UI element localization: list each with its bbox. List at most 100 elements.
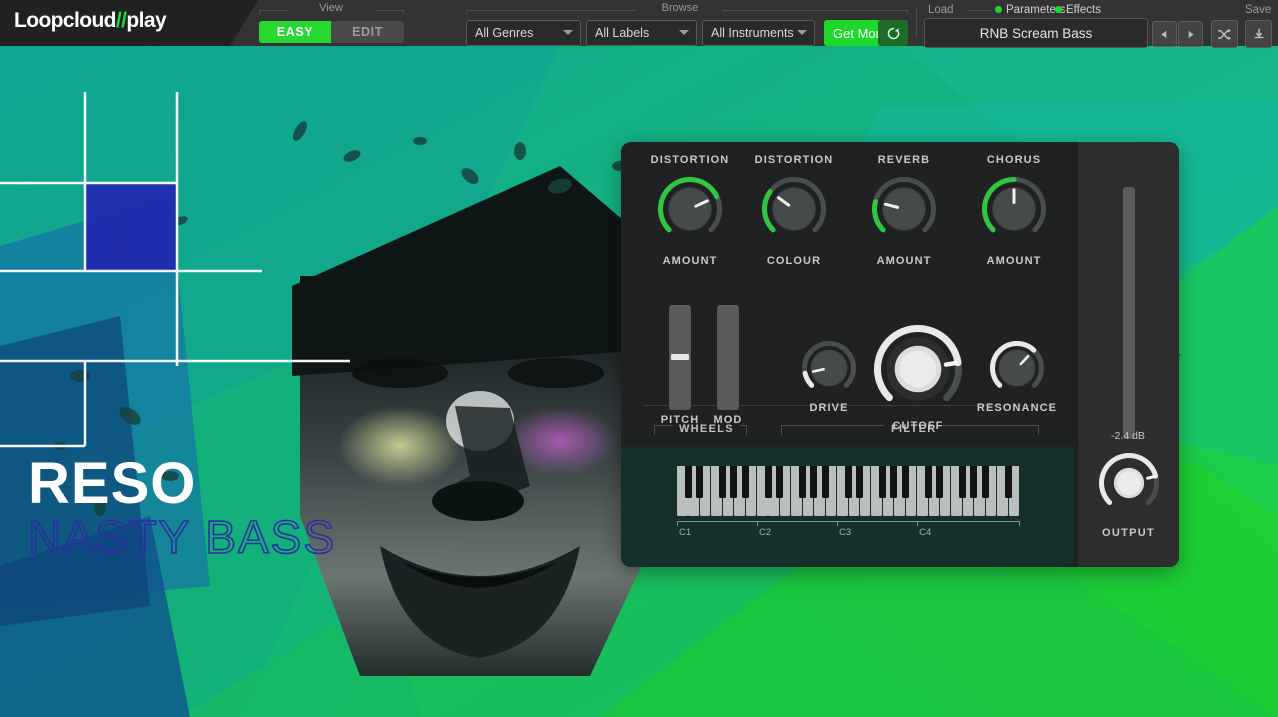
octave-tick xyxy=(677,521,678,526)
randomize-button[interactable] xyxy=(1211,20,1238,48)
preset-name-value: RNB Scream Bass xyxy=(979,25,1093,41)
knob-label: CUTOFF xyxy=(892,420,944,432)
knob-drive[interactable] xyxy=(801,340,857,401)
keyboard-panel: C1 C2 C3 C4 xyxy=(621,447,1074,567)
black-key[interactable] xyxy=(684,466,692,498)
knob-title: DISTORTION xyxy=(754,154,834,166)
black-key[interactable] xyxy=(890,466,898,498)
output-knob[interactable] xyxy=(1098,452,1160,519)
black-key[interactable] xyxy=(718,466,726,498)
prev-preset-button[interactable] xyxy=(1152,21,1177,47)
black-key[interactable] xyxy=(810,466,818,498)
octave-label: C4 xyxy=(919,527,932,538)
octave-tick xyxy=(757,521,759,526)
tab-easy[interactable]: EASY xyxy=(259,21,331,43)
output-label: OUTPUT xyxy=(1101,527,1156,539)
knob-resonance[interactable] xyxy=(989,340,1045,401)
view-rule-lcap xyxy=(259,10,260,15)
view-rule-right xyxy=(376,10,404,11)
octave-tick xyxy=(837,521,839,526)
black-key[interactable] xyxy=(730,466,738,498)
black-key[interactable] xyxy=(695,466,704,498)
slider-label: PITCH xyxy=(660,414,700,426)
refresh-icon[interactable] xyxy=(878,20,908,46)
octave-rule xyxy=(677,521,1020,522)
slider-label: MOD xyxy=(713,414,743,426)
logo-product: play xyxy=(126,9,167,32)
instrument-dropdown-value: All Instruments xyxy=(711,26,794,40)
octave-label: C1 xyxy=(679,527,692,538)
black-key[interactable] xyxy=(924,466,932,498)
black-key[interactable] xyxy=(970,466,978,498)
load-label: Load xyxy=(928,4,954,16)
browse-group-label: Browse xyxy=(661,2,699,14)
octave-label: C2 xyxy=(759,527,772,538)
black-key[interactable] xyxy=(776,466,784,498)
browse-rule-right xyxy=(722,10,908,11)
black-key[interactable] xyxy=(764,466,772,498)
knob-reverb-amount[interactable] xyxy=(871,176,937,247)
black-key[interactable] xyxy=(936,466,944,498)
black-key[interactable] xyxy=(1004,466,1012,498)
knob-title: DISTORTION xyxy=(650,154,730,166)
knob-distortion-colour[interactable] xyxy=(761,176,827,247)
logo-brand: Loopcloud xyxy=(14,9,117,32)
black-key[interactable] xyxy=(741,466,749,498)
knob-param: AMOUNT xyxy=(986,255,1042,267)
black-key[interactable] xyxy=(981,466,989,498)
parameters-status-dot xyxy=(995,6,1002,13)
view-toggle[interactable]: EASY EDIT xyxy=(259,21,404,43)
knob-label: RESONANCE xyxy=(976,402,1058,414)
toolbar-divider xyxy=(916,8,917,38)
knob-param: AMOUNT xyxy=(876,255,932,267)
output-db-readout: -2.4 dB xyxy=(1111,430,1145,442)
app-logo: Loopcloud//play xyxy=(14,9,167,33)
knob-title: REVERB xyxy=(877,154,931,166)
slider-handle-pitch[interactable] xyxy=(671,354,689,360)
browse-rule-left xyxy=(466,10,636,11)
knob-label: DRIVE xyxy=(809,402,849,414)
view-rule-left xyxy=(259,10,287,11)
top-toolbar: Loopcloud//play View EASY EDIT Browse Al… xyxy=(0,0,1278,48)
black-key[interactable] xyxy=(821,466,829,498)
view-group-label: View xyxy=(319,2,343,14)
knob-chorus-amount[interactable] xyxy=(981,176,1047,247)
black-key[interactable] xyxy=(844,466,852,498)
black-key[interactable] xyxy=(856,466,864,498)
prev-icon xyxy=(1161,30,1167,38)
knob-title: CHORUS xyxy=(986,154,1042,166)
instrument-dropdown[interactable]: All Instruments xyxy=(702,20,815,46)
black-key[interactable] xyxy=(901,466,909,498)
chevron-down-icon xyxy=(797,30,807,35)
knob-distortion-amount[interactable] xyxy=(657,176,723,247)
load-rule-1 xyxy=(967,10,991,11)
view-rule-rcap xyxy=(403,10,404,15)
genre-dropdown[interactable]: All Genres xyxy=(466,20,581,46)
black-key[interactable] xyxy=(798,466,806,498)
genre-dropdown-value: All Genres xyxy=(475,26,534,40)
piano-keyboard[interactable] xyxy=(677,466,1020,516)
octave-tick-end xyxy=(1019,521,1020,526)
black-key[interactable] xyxy=(878,466,886,498)
next-icon xyxy=(1188,30,1194,38)
label-dropdown[interactable]: All Labels xyxy=(586,20,697,46)
octave-tick xyxy=(917,521,919,526)
download-icon xyxy=(1254,28,1263,39)
label-dropdown-value: All Labels xyxy=(595,26,650,40)
preset-name-field[interactable]: RNB Scream Bass xyxy=(924,18,1148,48)
save-preset-button[interactable] xyxy=(1245,20,1272,48)
octave-label: C3 xyxy=(839,527,852,538)
browse-rule-rcap xyxy=(907,10,908,15)
effects-status-dot xyxy=(1055,6,1062,13)
tab-edit[interactable]: EDIT xyxy=(331,21,404,43)
output-strip: -2.4 dB OUTPUT xyxy=(1078,142,1179,567)
logo-slash: // xyxy=(115,9,127,32)
shuffle-icon xyxy=(1218,28,1231,40)
knob-param: COLOUR xyxy=(766,255,822,267)
next-preset-button[interactable] xyxy=(1178,21,1203,47)
chevron-down-icon xyxy=(563,30,573,35)
black-key[interactable] xyxy=(958,466,967,498)
knob-cutoff[interactable] xyxy=(873,324,963,419)
slider-mod[interactable] xyxy=(717,305,739,410)
save-label: Save xyxy=(1245,4,1272,16)
